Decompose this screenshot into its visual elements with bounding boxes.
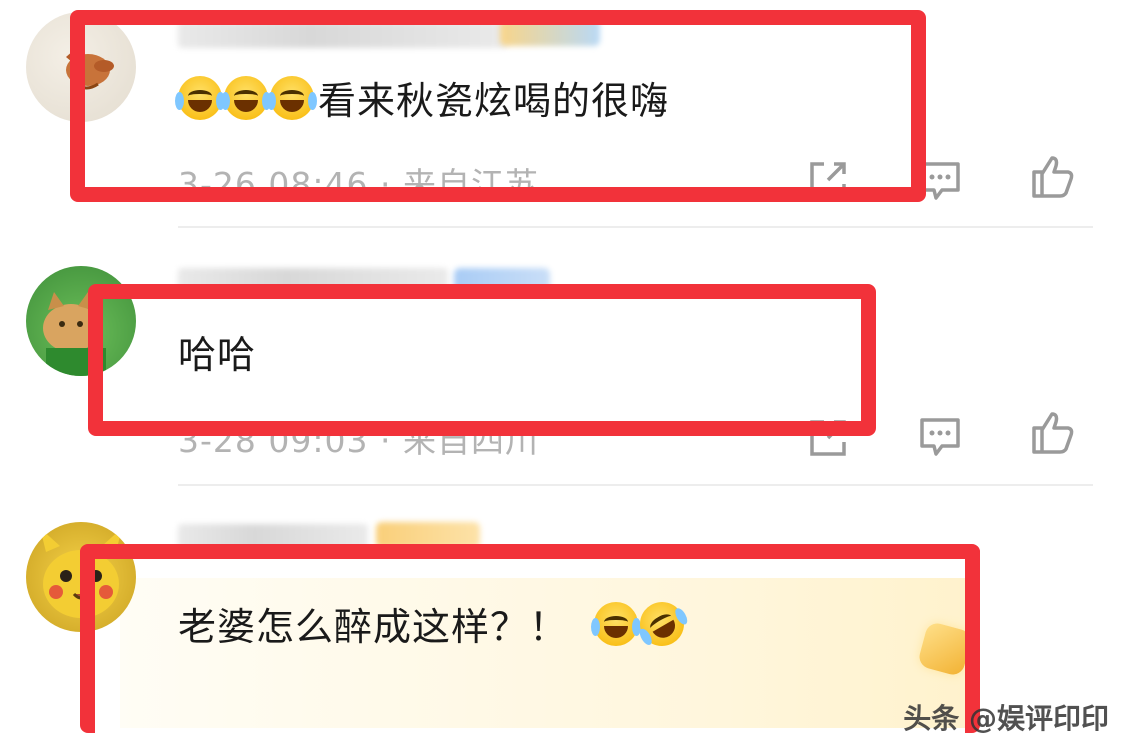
watermark: 头条 @娱评印印 <box>903 702 1109 735</box>
like-icon[interactable] <box>1028 152 1076 200</box>
reply-icon[interactable] <box>916 412 964 460</box>
divider <box>178 226 1093 228</box>
divider <box>178 484 1093 486</box>
highlight-box <box>88 284 876 436</box>
highlight-box <box>80 544 980 733</box>
like-icon[interactable] <box>1028 408 1076 456</box>
highlight-box <box>70 10 926 202</box>
